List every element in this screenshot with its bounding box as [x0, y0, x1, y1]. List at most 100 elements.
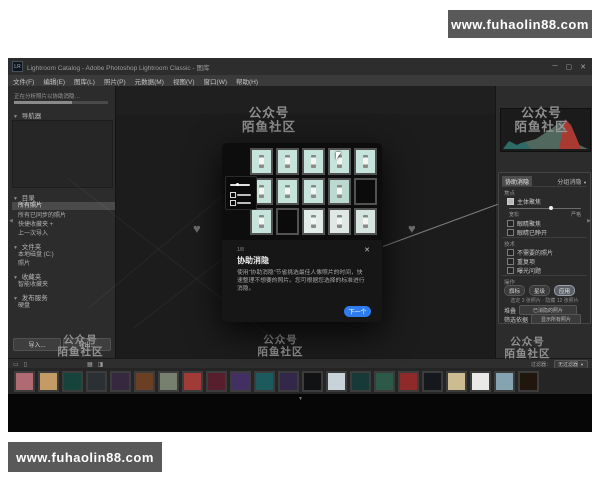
catalog-item-synced[interactable]: 所有已同步的照片: [18, 212, 66, 220]
import-button[interactable]: 导入...: [13, 338, 61, 351]
filmstrip-thumbnail[interactable]: [350, 371, 371, 392]
minimize-button[interactable]: ─: [553, 63, 558, 70]
filmstrip-thumbnail[interactable]: [446, 371, 467, 392]
flag-action-button[interactable]: 旗标: [504, 285, 525, 296]
maximize-button[interactable]: ▢: [566, 63, 573, 71]
publish-services-header[interactable]: ▼ 发布服务: [13, 292, 48, 302]
illustration-photo-cell[interactable]: [354, 148, 377, 175]
illustration-photo-cell[interactable]: [276, 178, 299, 205]
navigator-header[interactable]: ▼ 导航器: [13, 110, 41, 120]
assisted-culling-tour-dialog: 1/8 ✕ 协助消隐 使用“协助消隐”节省挑选最佳人像照片的时间，快速整理不想要…: [222, 143, 382, 322]
filmstrip-thumbnail[interactable]: [38, 371, 59, 392]
lightroom-window: LR Lightroom Catalog - Adobe Photoshop L…: [8, 58, 592, 432]
menu-view[interactable]: 视图(V): [173, 76, 195, 86]
illustration-photo-cell[interactable]: [250, 148, 273, 175]
rating-action-button[interactable]: 星级: [529, 285, 550, 296]
folder-drive-item[interactable]: 本地磁盘 (C:): [18, 251, 54, 259]
illustration-photo-cell[interactable]: [250, 208, 273, 235]
menu-metadata[interactable]: 元数据(M): [135, 76, 164, 86]
collapse-left-panel-icon[interactable]: ◀: [9, 218, 13, 224]
folder-item[interactable]: 照片: [18, 260, 30, 268]
filmstrip-thumbnail[interactable]: [86, 371, 107, 392]
filmstrip-thumbnail[interactable]: [110, 371, 131, 392]
unwanted-checkbox-row[interactable]: 不需要的照片: [507, 248, 553, 257]
filmstrip-thumbnail[interactable]: [398, 371, 419, 392]
eyes-open-checkbox-row[interactable]: 眼睛已睁开: [507, 228, 547, 237]
slider-knob[interactable]: [549, 206, 553, 210]
menu-photo[interactable]: 照片(P): [104, 76, 126, 86]
menu-window[interactable]: 窗口(W): [204, 76, 227, 86]
navigator-preview: [12, 120, 113, 188]
illustration-photo-cell[interactable]: [354, 208, 377, 235]
next-button[interactable]: 下一个: [344, 306, 371, 317]
illustration-photo-cell[interactable]: [302, 178, 325, 205]
checkbox-icon[interactable]: [507, 229, 514, 236]
menu-help[interactable]: 帮助(H): [236, 76, 258, 86]
filmstrip-thumbnail[interactable]: [326, 371, 347, 392]
menu-library[interactable]: 图库(L): [74, 76, 95, 86]
filmstrip-thumbnail[interactable]: [14, 371, 35, 392]
strictness-slider[interactable]: [509, 208, 581, 209]
illustration-photo-cell[interactable]: [276, 148, 299, 175]
second-window-icon[interactable]: ▯: [24, 361, 27, 368]
filmstrip-thumbnail[interactable]: [470, 371, 491, 392]
filmstrip-thumbnail[interactable]: [494, 371, 515, 392]
filmstrip-thumbnail[interactable]: [422, 371, 443, 392]
illustration-photo-cell[interactable]: [276, 208, 299, 235]
technical-section-label: 技术: [504, 240, 515, 248]
filmstrip-thumbnail[interactable]: [158, 371, 179, 392]
main-window-icon[interactable]: ▭: [13, 361, 19, 368]
photo-thumbnail-image: [496, 373, 513, 390]
collections-header[interactable]: ▼ 收藏夹: [13, 271, 41, 281]
filmstrip-thumbnail[interactable]: [254, 371, 275, 392]
filmstrip-thumbnail[interactable]: [230, 371, 251, 392]
subject-focus-checkbox-row[interactable]: 主体聚焦: [507, 197, 541, 206]
exposure-checkbox-row[interactable]: 曝光问题: [507, 266, 541, 275]
culling-mode-dropdown[interactable]: 分组消隐 ▼: [557, 177, 587, 186]
checkbox-icon[interactable]: [507, 258, 514, 265]
menu-file[interactable]: 文件(F): [13, 76, 34, 86]
checkbox-icon[interactable]: [507, 220, 514, 227]
publish-service-item[interactable]: 硬盘: [18, 302, 30, 310]
illustration-photo-cell[interactable]: [328, 208, 351, 235]
close-icon[interactable]: ✕: [364, 246, 370, 254]
close-button[interactable]: ✕: [580, 63, 586, 71]
filmstrip-thumbnail[interactable]: [182, 371, 203, 392]
checkbox-icon[interactable]: [507, 249, 514, 256]
photo-thumbnail-image: [278, 210, 297, 233]
collapse-filmstrip-icon[interactable]: ▼: [298, 396, 303, 402]
folders-header[interactable]: ▼ 文件夹: [13, 241, 41, 251]
grid-view-icon[interactable]: ▦: [87, 361, 93, 368]
catalog-item-quick-collection[interactable]: 快捷收藏夹 +: [18, 221, 53, 229]
apply-action-button[interactable]: 应用: [554, 285, 575, 296]
filmstrip-thumbnail[interactable]: [302, 371, 323, 392]
compare-view-icon[interactable]: ◨: [98, 361, 104, 368]
filmstrip-thumbnail[interactable]: [374, 371, 395, 392]
filter-by-value-dropdown[interactable]: 显示所有照片: [531, 314, 581, 324]
illustration-photo-cell[interactable]: [354, 178, 377, 205]
checkbox-icon[interactable]: [507, 267, 514, 274]
slider-label-loose: 宽松: [509, 211, 519, 218]
illustration-photo-cell[interactable]: [302, 148, 325, 175]
filmstrip-thumbnail[interactable]: [518, 371, 539, 392]
catalog-header[interactable]: ▼ 目录: [13, 192, 35, 202]
checkbox-checked-icon[interactable]: [507, 198, 514, 205]
illustration-photo-cell[interactable]: [302, 208, 325, 235]
eyes-focus-checkbox-row[interactable]: 眼睛聚焦: [507, 219, 541, 228]
photo-thumbnail-image: [520, 373, 537, 390]
heart-icon: ♥: [193, 221, 201, 236]
menu-edit[interactable]: 编辑(E): [43, 76, 65, 86]
photo-thumbnail-image: [280, 373, 297, 390]
histogram[interactable]: [500, 108, 591, 152]
filmstrip-thumbnail[interactable]: [134, 371, 155, 392]
export-button[interactable]: 导出...: [63, 338, 111, 351]
filmstrip-thumbnail[interactable]: [206, 371, 227, 392]
illustration-photo-cell[interactable]: [328, 178, 351, 205]
duplicates-checkbox-row[interactable]: 重复项: [507, 257, 535, 266]
filmstrip-thumbnail[interactable]: [62, 371, 83, 392]
photo-thumbnail-image: [252, 150, 271, 173]
filmstrip-thumbnail[interactable]: [278, 371, 299, 392]
catalog-item-previous-import[interactable]: 上一次导入: [18, 230, 48, 238]
collection-item[interactable]: 智能收藏夹: [18, 281, 48, 289]
collapse-right-panel-icon[interactable]: ▶: [587, 218, 591, 224]
